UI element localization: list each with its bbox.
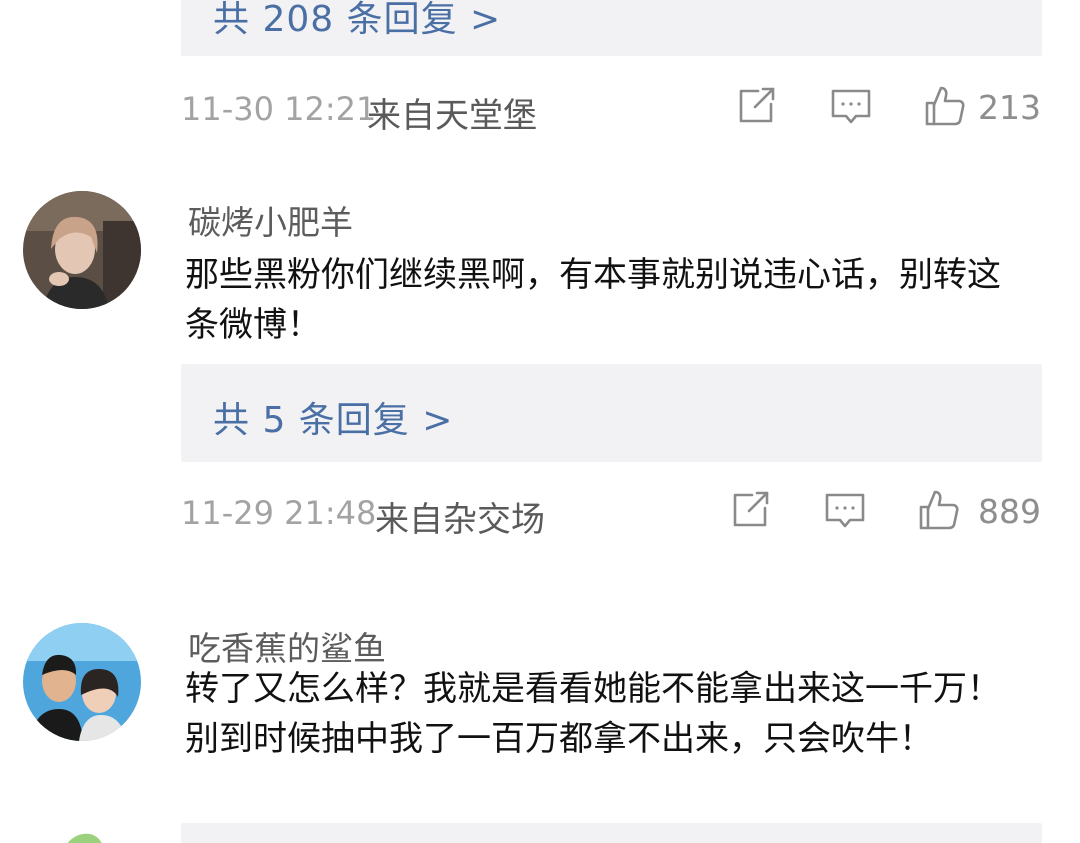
comment-timestamp: 11-29 21:48	[181, 494, 377, 532]
truncated-text-fragment	[190, 338, 390, 348]
username[interactable]: 吃香蕉的鲨鱼	[188, 622, 386, 670]
comment-icon[interactable]	[829, 84, 873, 128]
thumbs-up-icon[interactable]	[923, 84, 967, 128]
reply-preview-box[interactable]	[181, 823, 1042, 843]
comment-meta-row: 11-29 21:48 来自杂交场 889	[181, 488, 1041, 540]
comment-meta-row: 11-30 12:21 来自天堂堡 213	[181, 84, 1041, 136]
user-avatar[interactable]	[23, 191, 141, 309]
comment-icon[interactable]	[823, 488, 867, 532]
comment-timestamp: 11-30 12:21	[181, 90, 377, 128]
thumbs-up-icon[interactable]	[917, 488, 961, 532]
like-count: 889	[978, 492, 1041, 531]
comment-text: 转了又怎么样？我就是看看她能不能拿出来这一千万！别到时候抽中我了一百万都拿不出来…	[185, 669, 1001, 759]
comment-feed: 共 208 条回复 > 11-30 12:21 来自天堂堡 213 碳烤小肥羊 …	[0, 0, 1080, 843]
username[interactable]: 碳烤小肥羊	[188, 196, 353, 244]
comment-source: 来自天堂堡	[367, 96, 537, 136]
reply-preview-box[interactable]: 共 208 条回复 >	[181, 0, 1042, 56]
share-icon[interactable]	[728, 488, 772, 532]
view-replies-link[interactable]: 共 208 条回复 >	[213, 0, 501, 42]
view-replies-link[interactable]: 共 5 条回复 >	[213, 391, 453, 443]
comment-source: 来自杂交场	[375, 500, 545, 540]
like-count: 213	[978, 88, 1041, 127]
avatar-partial	[60, 828, 120, 843]
comment-text: 那些黑粉你们继续黑啊，有本事就别说违心话，别转这条微博！	[185, 255, 1001, 345]
share-icon[interactable]	[734, 84, 778, 128]
reply-preview-box[interactable]: 共 5 条回复 >	[181, 364, 1042, 462]
user-avatar[interactable]	[23, 623, 141, 741]
